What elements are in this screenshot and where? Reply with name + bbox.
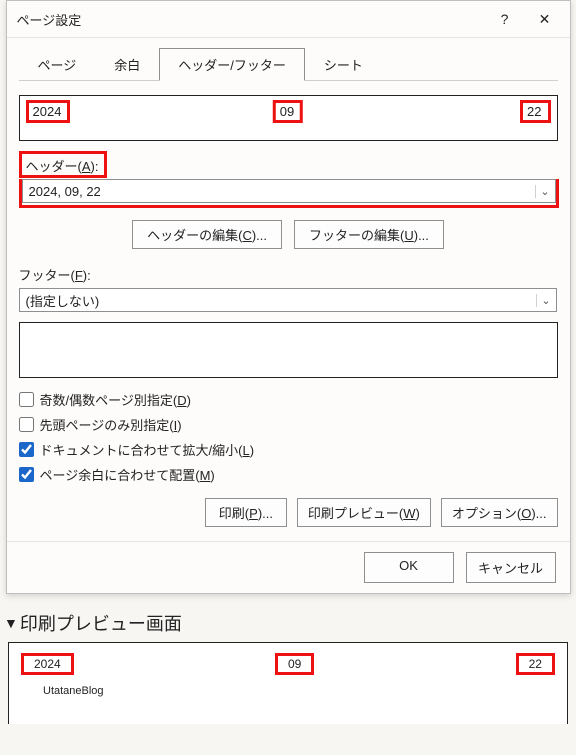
preview-subtext: UtataneBlog [43,685,555,697]
preview-caption: ▼印刷プレビュー画面 [4,610,572,636]
titlebar: ページ設定 ? ✕ [7,1,570,38]
footer-select[interactable]: (指定しない) ⌄ [19,288,557,312]
ok-button[interactable]: OK [364,552,454,583]
preview-header-row: 2024 09 22 [21,653,555,675]
header-preview: 2024 09 22 [19,95,558,141]
print-preview-sheet: 2024 09 22 UtataneBlog [8,642,568,724]
chk-first-only-box[interactable] [19,417,34,432]
chk-scale-doc-box[interactable] [19,442,34,457]
triangle-icon: ▼ [4,615,18,631]
page-setup-dialog: ページ設定 ? ✕ ページ 余白 ヘッダー/フッター シート 2024 09 2… [6,0,571,594]
check-options: 奇数/偶数ページ別指定(D) 先頭ページのみ別指定(I) ドキュメントに合わせて… [19,390,558,484]
chevron-down-icon: ⌄ [535,185,551,198]
options-button[interactable]: オプション(O)... [441,498,558,527]
print-preview-button[interactable]: 印刷プレビュー(W) [297,498,431,527]
chevron-down-icon: ⌄ [536,294,552,307]
edit-header-button[interactable]: ヘッダーの編集(C)... [132,220,282,249]
dialog-body: ページ 余白 ヘッダー/フッター シート 2024 09 22 ヘッダー(A):… [7,38,570,541]
tabs: ページ 余白 ヘッダー/フッター シート [19,48,558,81]
chk-odd-even-box[interactable] [19,392,34,407]
edit-footer-button[interactable]: フッターの編集(U)... [294,220,444,249]
header-preview-center: 09 [273,100,303,123]
header-select[interactable]: 2024, 09, 22 ⌄ [22,179,556,203]
titlebar-controls: ? ✕ [488,7,562,31]
header-select-value: 2024, 09, 22 [29,184,101,199]
footer-preview [19,322,558,378]
header-label-highlight: ヘッダー(A): [19,151,108,178]
tab-header-footer[interactable]: ヘッダー/フッター [159,48,305,81]
header-preview-right: 22 [520,100,550,123]
chk-odd-even[interactable]: 奇数/偶数ページ別指定(D) [19,390,558,409]
footer-select-value: (指定しない) [26,291,100,310]
help-button[interactable]: ? [488,7,522,31]
tab-sheet[interactable]: シート [305,48,382,81]
chk-align-margin-box[interactable] [19,467,34,482]
print-button[interactable]: 印刷(P)... [205,498,287,527]
preview-left: 2024 [21,653,74,675]
header-label: ヘッダー(A): [26,156,99,175]
chk-scale-doc[interactable]: ドキュメントに合わせて拡大/縮小(L) [19,440,558,459]
header-select-highlight: 2024, 09, 22 ⌄ [19,179,559,208]
tab-page[interactable]: ページ [19,48,96,81]
tab-margin[interactable]: 余白 [95,48,159,81]
dialog-footer: OK キャンセル [7,541,570,593]
close-button[interactable]: ✕ [528,7,562,31]
chk-first-only[interactable]: 先頭ページのみ別指定(I) [19,415,558,434]
dialog-title: ページ設定 [17,10,82,29]
preview-right: 22 [516,653,555,675]
footer-label: フッター(F): [19,265,558,284]
header-preview-left: 2024 [26,100,71,123]
cancel-button[interactable]: キャンセル [466,552,556,583]
edit-buttons-row: ヘッダーの編集(C)... フッターの編集(U)... [19,220,558,249]
chk-align-margin[interactable]: ページ余白に合わせて配置(M) [19,465,558,484]
action-row: 印刷(P)... 印刷プレビュー(W) オプション(O)... [19,498,558,527]
preview-center: 09 [275,653,314,675]
